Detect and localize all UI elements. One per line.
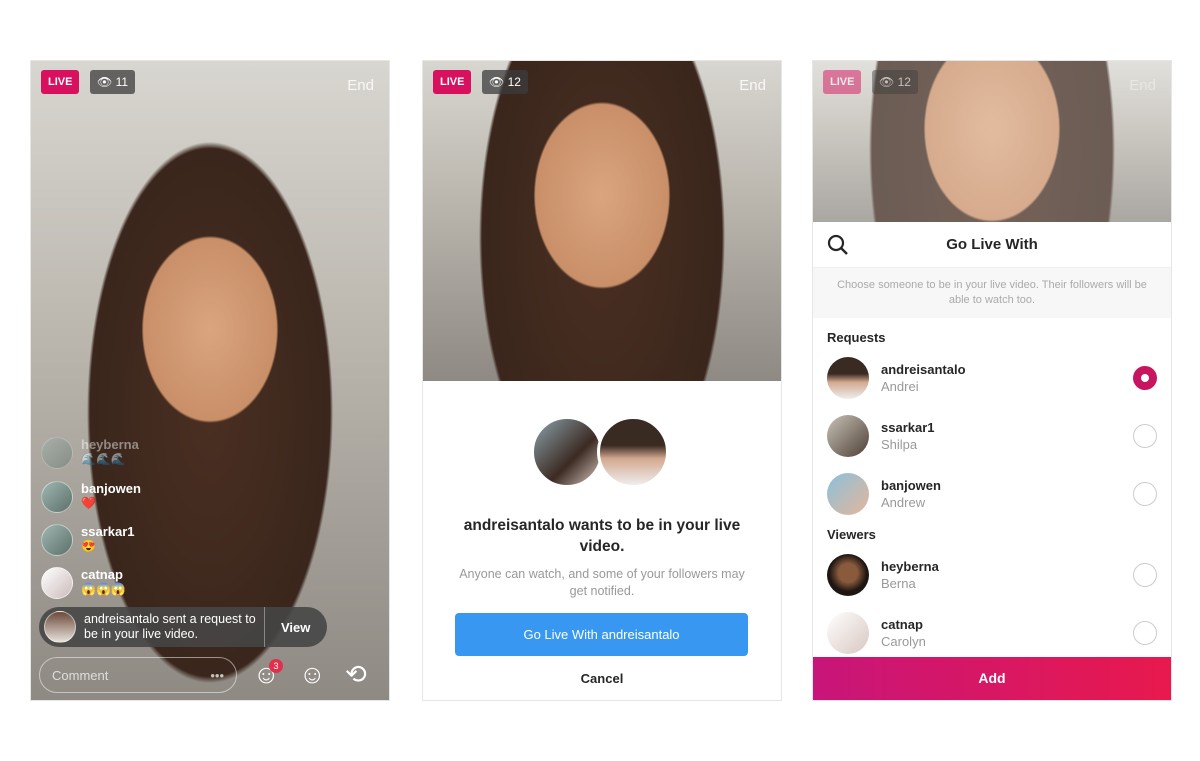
- live-video: [31, 61, 389, 700]
- live-badge: LIVE: [41, 70, 80, 94]
- request-count-badge: 3: [269, 659, 283, 673]
- avatar: [827, 612, 869, 654]
- eye-icon: 👁: [489, 75, 505, 89]
- more-options-icon[interactable]: •••: [210, 668, 224, 683]
- face-filter-icon[interactable]: ☺: [299, 659, 326, 690]
- comment-item: banjowen ❤️: [41, 481, 141, 513]
- search-icon[interactable]: [827, 234, 849, 256]
- request-title: andreisantalo wants to be in your live v…: [463, 517, 741, 555]
- end-button[interactable]: End: [347, 77, 374, 94]
- request-notification[interactable]: andreisantalo sent a request to be in yo…: [39, 607, 327, 647]
- avatar: [41, 524, 73, 556]
- live-video: [423, 61, 781, 381]
- viewers-heading: Viewers: [827, 527, 876, 542]
- avatar: [41, 481, 73, 513]
- list-item[interactable]: catnap Carolyn: [813, 604, 1171, 662]
- live-screen-comments: LIVE 👁 11 End heyberna 🌊🌊🌊 banjowen ❤️ ssa…: [30, 60, 390, 701]
- avatar: [41, 437, 73, 469]
- go-live-with-button[interactable]: Go Live With andreisantalo: [455, 613, 748, 656]
- comment-input[interactable]: Comment •••: [39, 657, 237, 693]
- eye-icon: 👁: [97, 75, 113, 89]
- avatar: [44, 611, 76, 643]
- radio-button[interactable]: [1133, 424, 1157, 448]
- avatar: [41, 567, 73, 599]
- add-button[interactable]: Add: [813, 657, 1171, 700]
- radio-button[interactable]: [1133, 482, 1157, 506]
- sheet-title: Go Live With: [946, 236, 1038, 253]
- comment-item: heyberna 🌊🌊🌊: [41, 437, 139, 469]
- avatar: [827, 357, 869, 399]
- go-live-with-screen: LIVE 👁 12 End Go Live With Choose someon…: [812, 60, 1172, 701]
- avatar: [827, 415, 869, 457]
- radio-button[interactable]: [1133, 563, 1157, 587]
- live-video: [813, 61, 1171, 222]
- comment-item: catnap 😱😱😱: [41, 567, 126, 599]
- list-item[interactable]: heyberna Berna: [813, 546, 1171, 604]
- live-badge: LIVE: [823, 70, 862, 94]
- comment-item: ssarkar1 😍: [41, 524, 135, 556]
- avatar: [827, 473, 869, 515]
- list-item[interactable]: ssarkar1 Shilpa: [813, 407, 1171, 465]
- flip-camera-icon[interactable]: ⟲: [345, 659, 367, 690]
- viewer-count: 👁 11: [90, 70, 136, 94]
- list-item[interactable]: banjowen Andrew: [813, 465, 1171, 523]
- viewer-count: 👁 12: [482, 70, 528, 94]
- end-button[interactable]: End: [1129, 77, 1156, 94]
- viewer-count: 👁 12: [872, 70, 918, 94]
- request-subtitle: Anyone can watch, and some of your follo…: [459, 567, 745, 598]
- live-badge: LIVE: [433, 70, 472, 94]
- radio-selected[interactable]: [1133, 366, 1157, 390]
- cancel-button[interactable]: Cancel: [423, 671, 781, 686]
- live-request-screen: LIVE 👁 12 End andreisantalo wants to be …: [422, 60, 782, 701]
- radio-button[interactable]: [1133, 621, 1157, 645]
- list-item[interactable]: andreisantalo Andrei: [813, 349, 1171, 407]
- guest-avatar: [597, 416, 669, 488]
- view-request-button[interactable]: View: [264, 607, 327, 647]
- avatar: [827, 554, 869, 596]
- requests-heading: Requests: [827, 330, 886, 345]
- sheet-description: Choose someone to be in your live video.…: [813, 268, 1171, 318]
- host-avatar: [531, 416, 603, 488]
- end-button[interactable]: End: [739, 77, 766, 94]
- eye-icon: 👁: [879, 75, 895, 89]
